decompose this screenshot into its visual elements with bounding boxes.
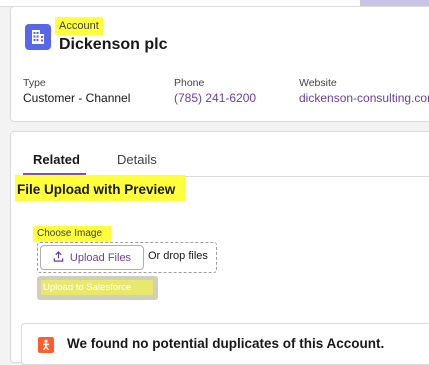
choose-image-label: Choose Image — [33, 226, 111, 242]
related-card: Related Details File Upload with Preview… — [10, 131, 429, 365]
upload-files-label: Upload Files — [69, 251, 132, 264]
file-upload-title: File Upload with Preview — [15, 175, 185, 201]
upload-icon — [53, 250, 64, 265]
account-header-card: Account Dickenson plc Type Customer - Ch… — [10, 6, 429, 122]
tab-details[interactable]: Details — [117, 152, 157, 168]
drop-files-text: Or drop files — [148, 250, 208, 262]
object-type-label: Account — [55, 17, 103, 35]
building-icon — [25, 24, 51, 50]
upload-to-salesforce-button[interactable]: Upload to Salesforce — [37, 276, 158, 300]
upload-files-button[interactable]: Upload Files — [40, 245, 144, 270]
duplicates-message: We found no potential duplicates of this… — [67, 336, 385, 351]
type-field-label: Type — [23, 77, 46, 89]
file-drop-zone[interactable]: Upload Files Or drop files — [37, 242, 217, 273]
tab-related[interactable]: Related — [33, 152, 80, 168]
phone-field-label: Phone — [174, 77, 205, 89]
website-link[interactable]: dickenson-consulting.com — [299, 91, 429, 106]
phone-link[interactable]: (785) 241-6200 — [174, 91, 256, 106]
account-name: Dickenson plc — [59, 36, 168, 53]
type-field-value: Customer - Channel — [23, 91, 131, 105]
website-field-label: Website — [299, 77, 337, 89]
duplicates-card: We found no potential duplicates of this… — [21, 323, 429, 365]
upload-to-salesforce-label: Upload to Salesforce — [41, 280, 153, 295]
duplicate-person-icon — [38, 337, 54, 353]
